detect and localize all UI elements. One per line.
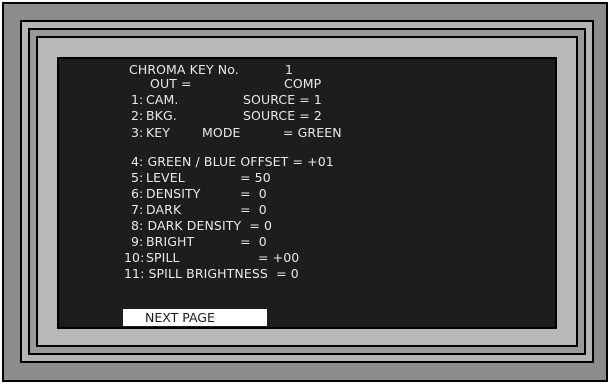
item-10-number: 10: (124, 250, 145, 265)
item-10-value[interactable]: = +00 (258, 251, 299, 265)
item-6-number: 6: (131, 186, 144, 201)
item-9-number: 9: (131, 234, 144, 249)
menu-title: CHROMA KEY No. (129, 62, 239, 77)
out-label: OUT = (150, 76, 192, 91)
item-3-number: 3: (131, 125, 144, 140)
item-2-source[interactable]: SOURCE = 2 (243, 109, 322, 123)
item-2-label[interactable]: BKG. (146, 109, 177, 123)
item-8-dark-density[interactable]: 8: DARK DENSITY = 0 (131, 219, 272, 233)
item-11-spill-brightness[interactable]: 11: SPILL BRIGHTNESS = 0 (124, 267, 299, 281)
item-1-label[interactable]: CAM. (146, 93, 178, 107)
item-3-label[interactable]: KEY (146, 126, 170, 140)
item-5-number: 5: (131, 170, 144, 185)
item-3-mode-value[interactable]: = GREEN (283, 126, 342, 140)
item-1-number: 1: (131, 92, 144, 107)
item-2-number: 2: (131, 108, 144, 123)
next-page-button[interactable]: NEXT PAGE (123, 309, 267, 326)
item-7-label[interactable]: DARK (146, 203, 181, 217)
item-1-source[interactable]: SOURCE = 1 (243, 93, 322, 107)
item-9-value[interactable]: = 0 (240, 235, 267, 249)
item-6-value[interactable]: = 0 (240, 187, 267, 201)
item-7-number: 7: (131, 202, 144, 217)
item-6-label[interactable]: DENSITY (146, 187, 200, 201)
item-5-value[interactable]: = 50 (240, 171, 271, 185)
menu-title-number: 1 (285, 62, 294, 77)
item-5-label[interactable]: LEVEL (146, 171, 185, 185)
out-value[interactable]: COMP (284, 77, 321, 91)
item-3-mode-label: MODE (202, 125, 241, 140)
item-10-label[interactable]: SPILL (146, 251, 180, 265)
item-7-value[interactable]: = 0 (240, 203, 267, 217)
item-4-green-blue-offset[interactable]: 4: GREEN / BLUE OFFSET = +01 (131, 155, 334, 169)
item-9-label[interactable]: BRIGHT (146, 235, 194, 249)
